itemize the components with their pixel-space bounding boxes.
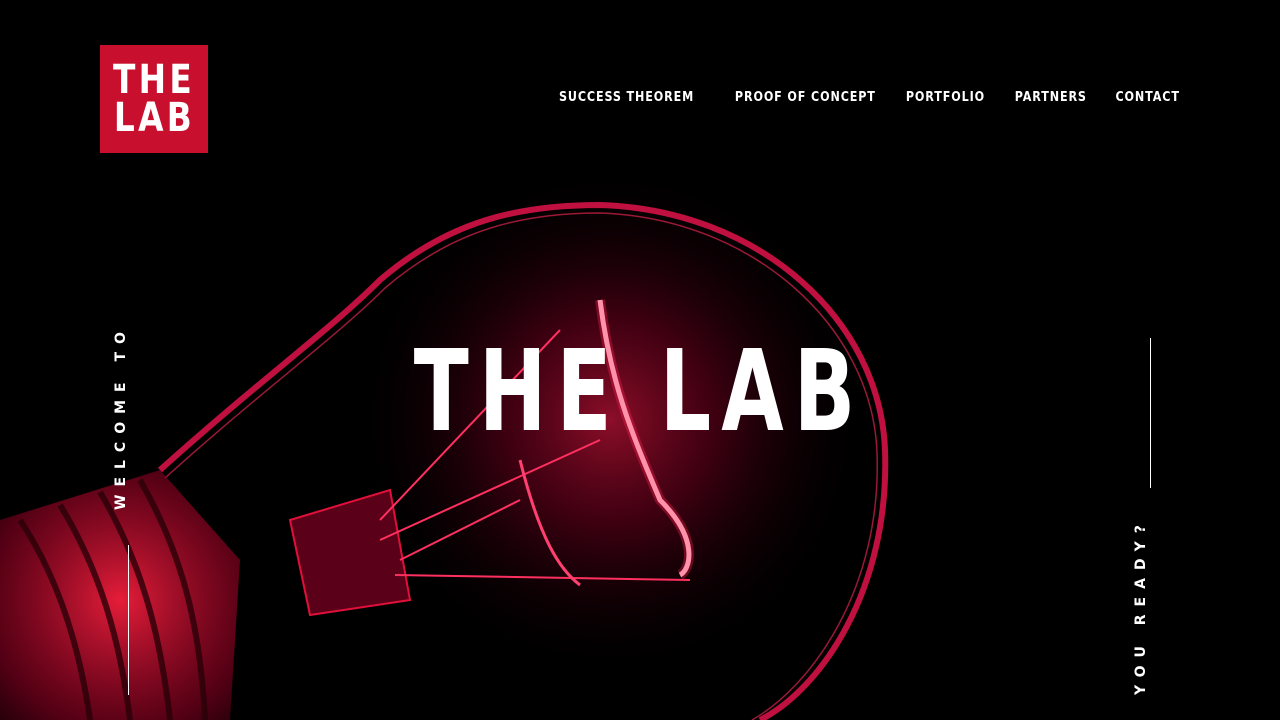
right-caption: YOU READY?	[1133, 517, 1151, 695]
nav-proof-of-concept[interactable]: PROOF OF CONCEPT	[735, 90, 876, 105]
nav-portfolio[interactable]: PORTFOLIO	[906, 90, 985, 105]
welcome-caption: WELCOME TO	[113, 324, 129, 510]
left-caption: WELCOME TO	[113, 324, 131, 510]
nav-success-theorem[interactable]: SUCCESS THEOREM	[559, 90, 694, 105]
ready-caption: YOU READY?	[1133, 517, 1149, 695]
logo-line-1: THE	[112, 57, 196, 103]
right-divider	[1150, 338, 1151, 488]
nav-partners[interactable]: PARTNERS	[1015, 90, 1087, 105]
logo[interactable]: THE LAB	[100, 45, 208, 153]
logo-line-2: LAB	[113, 95, 195, 141]
left-divider	[128, 545, 129, 695]
hero-title-text: THE LAB	[414, 327, 866, 457]
main-nav: SUCCESS THEOREM PROOF OF CONCEPT PORTFOL…	[537, 90, 1180, 105]
nav-contact[interactable]: CONTACT	[1116, 90, 1180, 105]
hero-title: THE LAB	[0, 332, 1280, 452]
